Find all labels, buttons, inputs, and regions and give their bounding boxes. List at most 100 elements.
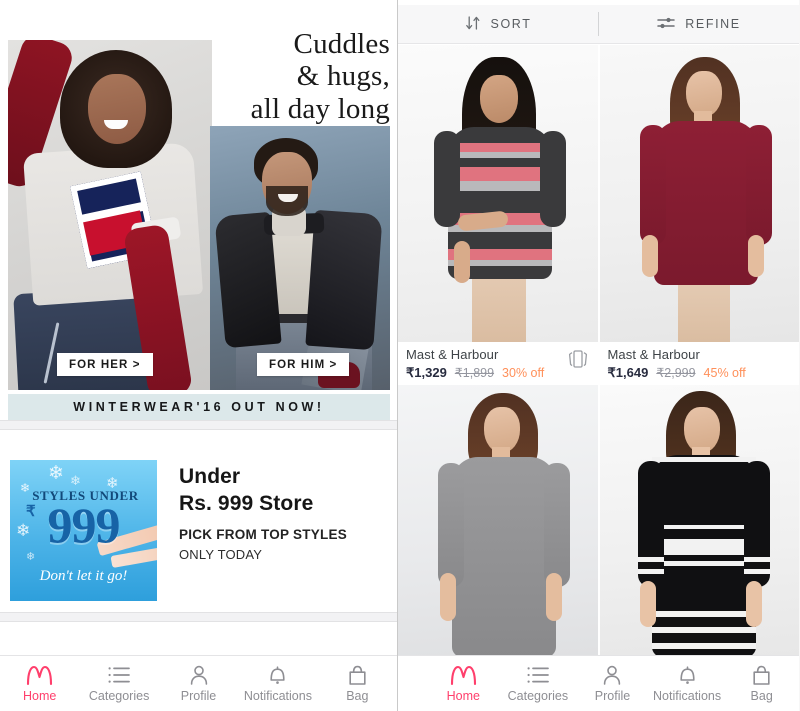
product-brand: Mast & Harbour (607, 347, 700, 362)
snowflake-icon: ❄ (48, 463, 64, 484)
product-discount: 30% off (502, 366, 545, 380)
sleeve-stripe-white (743, 569, 770, 574)
product-listing: SORT REFINE Mast & Harbour ₹1,329 ₹1,899… (398, 0, 799, 655)
product-card[interactable]: Mast & Harbour ₹1,329 ₹1,899 30% off (398, 45, 598, 385)
hero-headline-line-3: all day long (250, 92, 390, 125)
under-999-store-card[interactable]: ❄ ❄ ❄ ❄ ❄ ❄ STYLES UNDER ₹ 999 Don't let… (0, 430, 397, 612)
section-divider-top (0, 420, 397, 430)
model-arm-right (747, 235, 764, 277)
product-image[interactable] (599, 45, 799, 342)
hero-headline: Cuddles & hugs, all day long (180, 28, 390, 125)
list-icon (527, 664, 549, 686)
person-icon (189, 664, 209, 686)
product-image[interactable] (398, 45, 598, 342)
dress-sleeve-right (544, 463, 570, 587)
model-arm-left (641, 235, 658, 277)
nav-tab-notifications[interactable]: Notifications (650, 664, 725, 703)
person-icon (602, 664, 622, 686)
product-image[interactable] (599, 385, 799, 655)
sleeve-stripe-white (743, 557, 770, 562)
model-arm-left (639, 581, 656, 627)
winterwear-strip-label: WINTERWEAR'16 OUT NOW! (73, 400, 325, 414)
product-price: ₹1,329 (406, 365, 447, 380)
nav-tab-label: Bag (750, 689, 773, 704)
for-her-button[interactable]: FOR HER > (57, 353, 153, 376)
product-discount: 45% off (703, 366, 746, 380)
product-card[interactable] (398, 385, 598, 655)
amount-999: 999 (47, 497, 121, 553)
sort-button[interactable]: SORT (398, 5, 598, 43)
sleeve-stripe-white (637, 569, 664, 574)
refine-button[interactable]: REFINE (599, 5, 799, 43)
sliders-icon (657, 16, 676, 33)
model-arm-right (745, 581, 762, 627)
dress-stripe-white (651, 539, 756, 555)
nav-tab-categories[interactable]: Categories (501, 664, 576, 703)
promo-title-line-1: Under (179, 465, 241, 488)
dress-sleeve-left (438, 463, 464, 587)
bell-icon (268, 664, 287, 686)
sort-refine-toolbar: SORT REFINE (398, 5, 799, 44)
photo-face (88, 74, 146, 144)
try-on-icon[interactable] (566, 348, 590, 370)
right-phone-screen: SORT REFINE Mast & Harbour ₹1,329 ₹1,899… (398, 0, 799, 711)
nav-tab-bag[interactable]: Bag (318, 664, 397, 703)
dress-sleeve-right (745, 125, 772, 245)
nav-tab-home[interactable]: Home (0, 664, 79, 703)
black-white-striped-dress (651, 455, 756, 655)
bag-icon (348, 664, 367, 686)
dual-screenshot-canvas: Cuddles & hugs, all day long FOR HER > F… (0, 0, 800, 711)
bottom-navigation-bar: Home Categories Profile Notifications Ba… (398, 655, 799, 711)
nav-tab-home[interactable]: Home (426, 664, 501, 703)
nav-tab-label: Notifications (243, 689, 312, 704)
for-him-button[interactable]: FOR HIM > (257, 353, 350, 376)
bag-icon (752, 664, 771, 686)
dress-stripe-white (651, 561, 756, 566)
hero-headline-line-2: & hugs, (296, 60, 390, 93)
list-icon (108, 664, 130, 686)
under-999-text-block: Under Rs. 999 Store PICK FROM TOP STYLES… (179, 460, 347, 562)
nav-tab-notifications[interactable]: Notifications (238, 664, 317, 703)
dress-sleeve-left (639, 125, 666, 245)
grey-dress (452, 457, 556, 655)
price-row: ₹1,649 ₹2,999 45% off (608, 365, 792, 381)
bell-icon (678, 664, 697, 686)
under-999-store-inner: ❄ ❄ ❄ ❄ ❄ ❄ STYLES UNDER ₹ 999 Don't let… (10, 460, 347, 601)
maroon-dress (653, 121, 758, 285)
product-grid: Mast & Harbour ₹1,329 ₹1,899 30% off Mas… (398, 45, 799, 655)
hero-banner-card[interactable]: Cuddles & hugs, all day long FOR HER > F… (0, 6, 397, 420)
left-phone-screen: Cuddles & hugs, all day long FOR HER > F… (0, 0, 398, 711)
promo-subtitle-2: ONLY TODAY (179, 546, 263, 562)
hero-image-for-him (210, 126, 390, 390)
promo-title-line-2: Rs. 999 Store (179, 491, 314, 515)
snowflake-icon: ❄ (70, 473, 81, 488)
refine-label: REFINE (685, 17, 741, 31)
hero-banner-stage: Cuddles & hugs, all day long FOR HER > F… (0, 6, 397, 390)
model-arm-right (546, 573, 562, 621)
dress-stripe-white (651, 643, 756, 649)
sort-label: SORT (490, 17, 532, 31)
product-image[interactable] (398, 385, 598, 655)
model-arm-left (440, 573, 456, 621)
product-info: Mast & Harbour ₹1,649 ₹2,999 45% off (599, 342, 799, 385)
nav-tab-label: Categories (507, 689, 569, 704)
product-card[interactable] (599, 385, 799, 655)
nav-tab-bag[interactable]: Bag (724, 664, 799, 703)
nav-tab-profile[interactable]: Profile (575, 664, 650, 703)
promo-tagline: Don't let it go! (39, 568, 128, 584)
product-brand: Mast & Harbour (406, 347, 499, 362)
nav-tab-label: Home (446, 689, 480, 704)
dress-stripe-grey (448, 181, 552, 191)
section-divider-bottom (0, 612, 397, 622)
nav-tab-profile[interactable]: Profile (159, 664, 238, 703)
dress-sleeve-right (540, 131, 566, 227)
dress-stripe-pink (448, 143, 552, 152)
dress-stripe-white (651, 525, 756, 529)
winterwear-strip: WINTERWEAR'16 OUT NOW! (8, 394, 390, 420)
dress-stripe-grey (448, 152, 552, 158)
nav-tab-categories[interactable]: Categories (79, 664, 158, 703)
product-card[interactable]: Mast & Harbour ₹1,649 ₹2,999 45% off (599, 45, 799, 385)
myntra-logo-icon (26, 664, 53, 686)
product-original-price: ₹1,899 (454, 366, 495, 380)
model-face (480, 75, 518, 123)
